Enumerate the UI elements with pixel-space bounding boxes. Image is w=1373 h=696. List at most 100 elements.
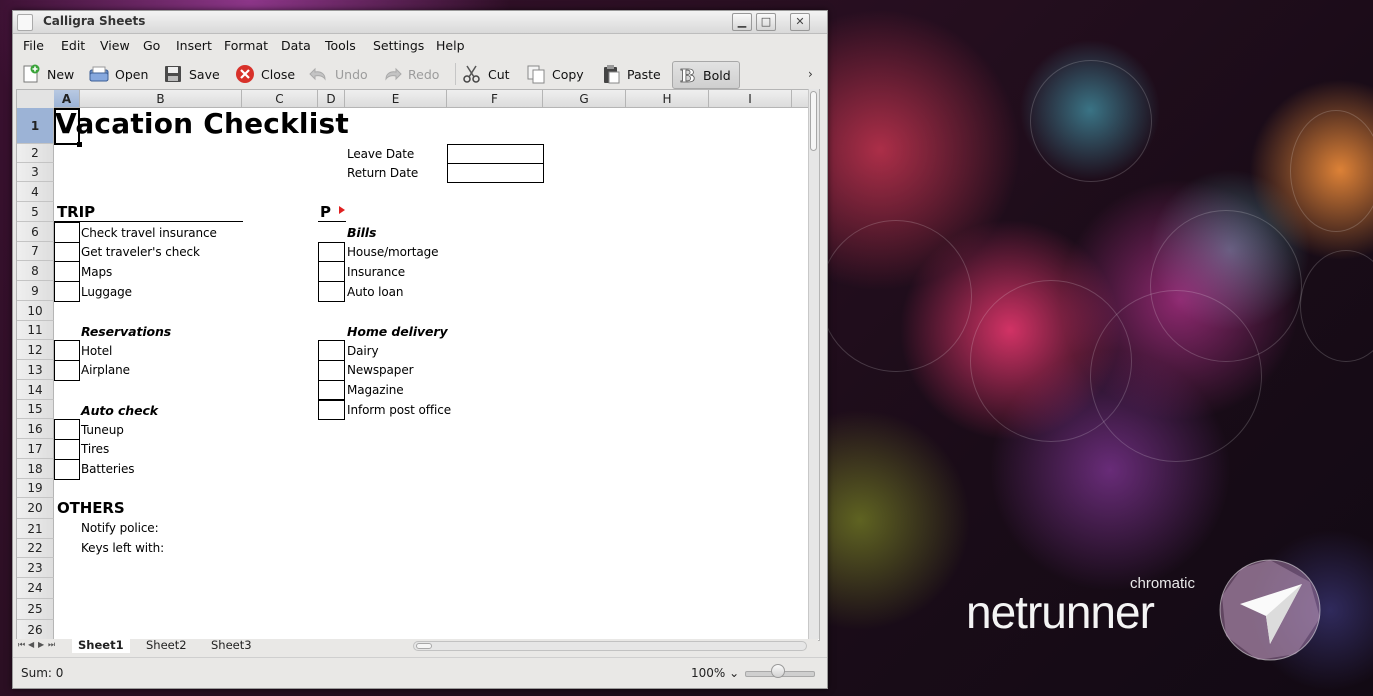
- horizontal-scroll-thumb[interactable]: [416, 643, 432, 649]
- row-header-2[interactable]: 2: [17, 144, 54, 163]
- row-header-9[interactable]: 9: [17, 281, 54, 301]
- new-button[interactable]: New: [21, 61, 74, 87]
- title-bar[interactable]: Calligra Sheets ▁ □ ✕: [13, 11, 827, 34]
- select-all-corner[interactable]: [17, 90, 55, 109]
- vertical-scrollbar[interactable]: [808, 89, 819, 639]
- row-header-3[interactable]: 3: [17, 163, 54, 182]
- bold-button[interactable]: B Bold: [672, 61, 740, 89]
- row-header-14[interactable]: 14: [17, 380, 54, 400]
- checkbox-trip-2[interactable]: [54, 242, 80, 262]
- cut-button[interactable]: Cut: [462, 61, 510, 87]
- row-header-19[interactable]: 19: [17, 479, 54, 498]
- menu-help[interactable]: Help: [436, 38, 465, 53]
- row-header-16[interactable]: 16: [17, 419, 54, 439]
- column-header-d[interactable]: D: [318, 90, 345, 108]
- return-date-input[interactable]: [447, 163, 544, 183]
- row-header-4[interactable]: 4: [17, 182, 54, 202]
- column-header-h[interactable]: H: [626, 90, 709, 108]
- maximize-button[interactable]: □: [756, 13, 776, 31]
- menu-file[interactable]: File: [23, 38, 44, 53]
- prev-sheet-icon[interactable]: ◀: [28, 640, 34, 649]
- row-header-7[interactable]: 7: [17, 242, 54, 261]
- tab-sheet2[interactable]: Sheet2: [140, 639, 193, 653]
- menu-edit[interactable]: Edit: [61, 38, 85, 53]
- column-header-a[interactable]: A: [54, 90, 80, 108]
- paste-button[interactable]: Paste: [601, 61, 661, 87]
- menu-tools[interactable]: Tools: [325, 38, 356, 53]
- column-header-i[interactable]: I: [709, 90, 792, 108]
- scissors-icon: [463, 65, 480, 83]
- row-header-10[interactable]: 10: [17, 301, 54, 321]
- row-header-13[interactable]: 13: [17, 360, 54, 380]
- checkbox-delivery-2[interactable]: [318, 360, 345, 381]
- row-header-11[interactable]: 11: [17, 321, 54, 340]
- menu-format[interactable]: Format: [224, 38, 268, 53]
- menu-settings[interactable]: Settings: [373, 38, 424, 53]
- row-header-6[interactable]: 6: [17, 222, 54, 242]
- first-sheet-icon[interactable]: ⏮: [18, 640, 25, 650]
- row-header-25[interactable]: 25: [17, 599, 54, 620]
- checkbox-delivery-3[interactable]: [318, 380, 345, 400]
- row-header-23[interactable]: 23: [17, 558, 54, 578]
- checkbox-trip-3[interactable]: [54, 261, 80, 282]
- tab-sheet3[interactable]: Sheet3: [205, 639, 258, 653]
- checkbox-delivery-4[interactable]: [318, 400, 345, 420]
- menu-data[interactable]: Data: [281, 38, 311, 53]
- redo-button[interactable]: Redo: [382, 61, 439, 87]
- column-header-f[interactable]: F: [447, 90, 543, 108]
- column-header-c[interactable]: C: [242, 90, 318, 108]
- tab-sheet1[interactable]: Sheet1: [72, 639, 130, 653]
- open-button[interactable]: Open: [89, 61, 148, 87]
- row-header-12[interactable]: 12: [17, 340, 54, 360]
- column-header-b[interactable]: B: [80, 90, 242, 108]
- checkbox-auto-3[interactable]: [54, 459, 80, 480]
- close-window-button[interactable]: ✕: [790, 13, 810, 31]
- row-header-17[interactable]: 17: [17, 439, 54, 459]
- fill-handle[interactable]: [77, 142, 82, 147]
- column-header-g[interactable]: G: [543, 90, 626, 108]
- checkbox-reservation-2[interactable]: [54, 360, 80, 381]
- checkbox-auto-1[interactable]: [54, 419, 80, 440]
- checkbox-trip-4[interactable]: [54, 281, 80, 302]
- row-header-20[interactable]: 20: [17, 498, 54, 519]
- row-header-26[interactable]: 26: [17, 620, 54, 640]
- row-header-8[interactable]: 8: [17, 261, 54, 281]
- minimize-button[interactable]: ▁: [732, 13, 752, 31]
- checkbox-auto-2[interactable]: [54, 439, 80, 460]
- vertical-scroll-thumb[interactable]: [810, 91, 817, 151]
- menu-view[interactable]: View: [100, 38, 130, 53]
- bill-item: House/mortage: [347, 245, 439, 259]
- close-button[interactable]: Close: [235, 61, 295, 87]
- checkbox-trip-1[interactable]: [54, 222, 80, 243]
- save-button[interactable]: Save: [163, 61, 220, 87]
- menu-go[interactable]: Go: [143, 38, 160, 53]
- column-header-e[interactable]: E: [345, 90, 447, 108]
- row-header-1[interactable]: 1: [17, 108, 54, 144]
- checkbox-reservation-1[interactable]: [54, 340, 80, 361]
- checkbox-bill-1[interactable]: [318, 242, 345, 262]
- undo-button[interactable]: Undo: [309, 61, 368, 87]
- bold-icon: B: [680, 66, 696, 85]
- row-header-24[interactable]: 24: [17, 578, 54, 599]
- row-header-5[interactable]: 5: [17, 202, 54, 222]
- checkbox-delivery-1[interactable]: [318, 340, 345, 361]
- leave-date-input[interactable]: [447, 144, 544, 164]
- copy-button[interactable]: Copy: [526, 61, 584, 87]
- next-sheet-icon[interactable]: ▶: [38, 640, 44, 649]
- selected-cell-a1[interactable]: [54, 108, 80, 145]
- row-header-15[interactable]: 15: [17, 400, 54, 419]
- spreadsheet-grid[interactable]: A B C D E F G H I 1 2 3 4 5 6 7 8 9 10 1…: [16, 89, 820, 641]
- row-header-21[interactable]: 21: [17, 519, 54, 539]
- menu-insert[interactable]: Insert: [176, 38, 212, 53]
- last-sheet-icon[interactable]: ⏭: [48, 640, 55, 650]
- save-disk-icon: [165, 66, 181, 82]
- row-header-18[interactable]: 18: [17, 459, 54, 479]
- row-header-22[interactable]: 22: [17, 539, 54, 558]
- copy-icon: [527, 65, 545, 84]
- checkbox-bill-2[interactable]: [318, 261, 345, 282]
- zoom-level-dropdown[interactable]: 100% ⌄: [691, 666, 739, 680]
- checkbox-bill-3[interactable]: [318, 281, 345, 302]
- toolbar-overflow-icon[interactable]: ›: [808, 67, 813, 81]
- horizontal-scrollbar[interactable]: [413, 641, 807, 651]
- zoom-slider-handle[interactable]: [771, 664, 785, 678]
